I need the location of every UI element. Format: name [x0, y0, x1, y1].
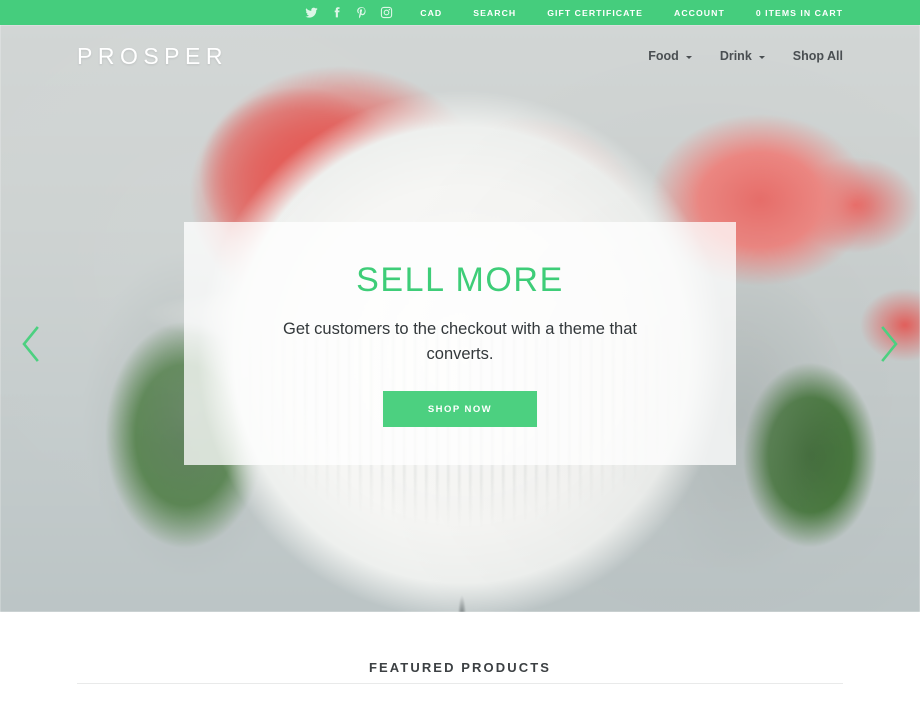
section-divider	[77, 683, 843, 684]
social-links	[304, 5, 394, 20]
chevron-down-icon	[685, 55, 692, 59]
cart-link[interactable]: 0 ITEMS IN CART	[756, 8, 843, 18]
chevron-left-icon	[22, 326, 39, 362]
site-header: PROSPER Food Drink Shop All	[0, 25, 920, 87]
nav-item-food[interactable]: Food	[648, 49, 692, 63]
top-utility-bar: CAD SEARCH GIFT CERTIFICATE ACCOUNT 0 IT…	[0, 0, 920, 25]
main-navigation: Food Drink Shop All	[648, 49, 843, 63]
site-logo[interactable]: PROSPER	[77, 44, 228, 68]
nav-item-shop-all-label: Shop All	[792, 49, 843, 63]
nav-item-drink[interactable]: Drink	[720, 49, 765, 63]
hero-slide-panel: SELL MORE Get customers to the checkout …	[184, 222, 736, 465]
nav-item-drink-label: Drink	[719, 49, 752, 63]
instagram-icon[interactable]	[379, 5, 394, 20]
featured-products-heading: FEATURED PRODUCTS	[368, 660, 552, 675]
currency-selector[interactable]: CAD	[420, 8, 442, 18]
twitter-icon[interactable]	[304, 5, 319, 20]
shop-now-button[interactable]: SHOP NOW	[383, 391, 537, 428]
hero-slide-title: SELL MORE	[356, 261, 564, 299]
nav-item-shop-all[interactable]: Shop All	[793, 49, 843, 63]
top-nav-links: CAD SEARCH GIFT CERTIFICATE ACCOUNT 0 IT…	[420, 8, 843, 18]
nav-item-food-label: Food	[648, 49, 679, 63]
featured-products-section: FEATURED PRODUCTS	[0, 612, 920, 720]
pinterest-icon[interactable]	[354, 5, 369, 20]
carousel-prev-button[interactable]	[14, 318, 48, 370]
gift-certificate-link[interactable]: GIFT CERTIFICATE	[547, 8, 643, 18]
hero-slide-subtitle: Get customers to the checkout with a the…	[282, 320, 637, 364]
hero-carousel: PROSPER Food Drink Shop All SELL MORE Ge…	[0, 25, 920, 612]
facebook-icon[interactable]	[329, 5, 344, 20]
carousel-next-button[interactable]	[872, 318, 906, 370]
chevron-right-icon	[881, 326, 898, 362]
chevron-down-icon	[758, 55, 765, 59]
search-link[interactable]: SEARCH	[473, 8, 516, 18]
account-link[interactable]: ACCOUNT	[674, 8, 725, 18]
